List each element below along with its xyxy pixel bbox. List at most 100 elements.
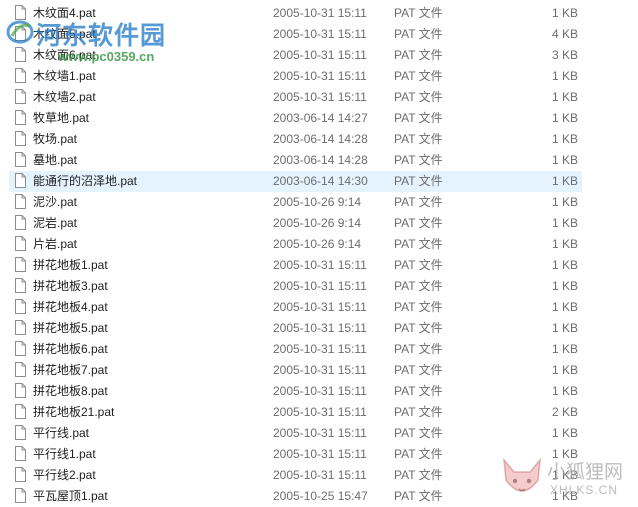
file-icon: [15, 173, 26, 188]
list-item[interactable]: 能通行的沼泽地.pat 2003-06-14 14:30 PAT 文件 1 KB: [0, 171, 638, 192]
file-name: 泥岩.pat: [33, 216, 78, 230]
file-name: 拼花地板4.pat: [33, 300, 108, 314]
file-icon: [15, 131, 26, 146]
list-item[interactable]: 拼花地板3.pat 2005-10-31 15:11 PAT 文件 1 KB: [0, 276, 638, 297]
file-name: 能通行的沼泽地.pat: [33, 174, 138, 188]
file-type: PAT 文件: [394, 384, 443, 398]
list-item[interactable]: 平瓦屋顶1.pat 2005-10-25 15:47 PAT 文件 1 KB: [0, 486, 638, 507]
file-size: 1 KB: [551, 174, 578, 188]
list-item[interactable]: 木纹墙2.pat 2005-10-31 15:11 PAT 文件 1 KB: [0, 87, 638, 108]
file-icon: [15, 467, 26, 482]
file-date: 2005-10-31 15:11: [273, 300, 367, 314]
list-item[interactable]: 牧场.pat 2003-06-14 14:28 PAT 文件 1 KB: [0, 129, 638, 150]
list-item[interactable]: 平行线2.pat 2005-10-31 15:11 PAT 文件 1 KB: [0, 465, 638, 486]
list-item[interactable]: 墓地.pat 2003-06-14 14:28 PAT 文件 1 KB: [0, 150, 638, 171]
file-size: 1 KB: [551, 342, 578, 356]
file-name: 拼花地板3.pat: [33, 279, 108, 293]
file-type: PAT 文件: [394, 258, 443, 272]
file-size: 3 KB: [551, 48, 578, 62]
file-icon: [15, 5, 26, 20]
file-date: 2005-10-26 9:14: [273, 237, 362, 251]
file-icon: [15, 110, 26, 125]
list-item[interactable]: 拼花地板6.pat 2005-10-31 15:11 PAT 文件 1 KB: [0, 339, 638, 360]
file-type: PAT 文件: [394, 363, 443, 377]
list-item[interactable]: 拼花地板5.pat 2005-10-31 15:11 PAT 文件 1 KB: [0, 318, 638, 339]
file-icon: [15, 299, 26, 314]
file-name: 平行线1.pat: [33, 447, 96, 461]
file-icon: [15, 404, 26, 419]
file-icon: [15, 425, 26, 440]
file-type: PAT 文件: [394, 489, 443, 503]
list-item[interactable]: 片岩.pat 2005-10-26 9:14 PAT 文件 1 KB: [0, 234, 638, 255]
file-size: 1 KB: [551, 111, 578, 125]
file-type: PAT 文件: [394, 6, 443, 20]
file-list: 木纹面4.pat 2005-10-31 15:11 PAT 文件 1 KB 木纹…: [0, 3, 638, 507]
file-date: 2005-10-31 15:11: [273, 321, 367, 335]
list-item[interactable]: 木纹面6.pat 2005-10-31 15:11 PAT 文件 3 KB: [0, 45, 638, 66]
file-date: 2005-10-31 15:11: [273, 6, 367, 20]
list-item[interactable]: 平行线.pat 2005-10-31 15:11 PAT 文件 1 KB: [0, 423, 638, 444]
file-date: 2005-10-31 15:11: [273, 363, 367, 377]
file-type: PAT 文件: [394, 27, 443, 41]
file-icon: [15, 383, 26, 398]
file-type: PAT 文件: [394, 342, 443, 356]
list-item[interactable]: 木纹面5.pat 2005-10-31 15:11 PAT 文件 4 KB: [0, 24, 638, 45]
list-item[interactable]: 木纹面4.pat 2005-10-31 15:11 PAT 文件 1 KB: [0, 3, 638, 24]
list-item[interactable]: 泥岩.pat 2005-10-26 9:14 PAT 文件 1 KB: [0, 213, 638, 234]
file-date: 2005-10-26 9:14: [273, 195, 362, 209]
file-size: 1 KB: [551, 153, 578, 167]
file-size: 1 KB: [551, 300, 578, 314]
file-icon: [15, 278, 26, 293]
file-type: PAT 文件: [394, 279, 443, 293]
file-type: PAT 文件: [394, 90, 443, 104]
file-name: 牧场.pat: [33, 132, 78, 146]
file-size: 1 KB: [551, 279, 578, 293]
list-item[interactable]: 拼花地板21.pat 2005-10-31 15:11 PAT 文件 2 KB: [0, 402, 638, 423]
file-icon: [15, 89, 26, 104]
file-size: 1 KB: [551, 216, 578, 230]
file-name: 平行线2.pat: [33, 468, 96, 482]
list-item[interactable]: 牧草地.pat 2003-06-14 14:27 PAT 文件 1 KB: [0, 108, 638, 129]
file-icon: [15, 257, 26, 272]
file-name: 拼花地板7.pat: [33, 363, 108, 377]
file-date: 2005-10-31 15:11: [273, 90, 367, 104]
file-name: 木纹墙1.pat: [33, 69, 96, 83]
file-size: 2 KB: [551, 405, 578, 419]
file-icon: [15, 341, 26, 356]
file-name: 拼花地板5.pat: [33, 321, 108, 335]
file-name: 拼花地板21.pat: [33, 405, 115, 419]
file-name: 木纹面5.pat: [33, 27, 96, 41]
file-type: PAT 文件: [394, 405, 443, 419]
list-item[interactable]: 拼花地板7.pat 2005-10-31 15:11 PAT 文件 1 KB: [0, 360, 638, 381]
file-size: 1 KB: [551, 237, 578, 251]
list-item[interactable]: 拼花地板4.pat 2005-10-31 15:11 PAT 文件 1 KB: [0, 297, 638, 318]
file-size: 1 KB: [551, 195, 578, 209]
file-type: PAT 文件: [394, 195, 443, 209]
file-type: PAT 文件: [394, 69, 443, 83]
file-name: 拼花地板1.pat: [33, 258, 108, 272]
file-icon: [15, 47, 26, 62]
file-date: 2005-10-31 15:11: [273, 342, 367, 356]
file-date: 2005-10-25 15:47: [273, 489, 368, 503]
file-name: 片岩.pat: [33, 237, 78, 251]
file-date: 2005-10-31 15:11: [273, 447, 367, 461]
list-item[interactable]: 泥沙.pat 2005-10-26 9:14 PAT 文件 1 KB: [0, 192, 638, 213]
file-size: 1 KB: [551, 69, 578, 83]
file-size: 4 KB: [551, 27, 578, 41]
list-item[interactable]: 拼花地板8.pat 2005-10-31 15:11 PAT 文件 1 KB: [0, 381, 638, 402]
file-name: 平行线.pat: [33, 426, 90, 440]
file-icon: [15, 488, 26, 503]
file-type: PAT 文件: [394, 111, 443, 125]
file-type: PAT 文件: [394, 468, 443, 482]
file-date: 2005-10-31 15:11: [273, 48, 367, 62]
file-date: 2005-10-31 15:11: [273, 426, 367, 440]
file-size: 1 KB: [551, 132, 578, 146]
file-icon: [15, 362, 26, 377]
file-icon: [15, 236, 26, 251]
file-date: 2003-06-14 14:28: [273, 153, 368, 167]
list-item[interactable]: 木纹墙1.pat 2005-10-31 15:11 PAT 文件 1 KB: [0, 66, 638, 87]
list-item[interactable]: 拼花地板1.pat 2005-10-31 15:11 PAT 文件 1 KB: [0, 255, 638, 276]
file-name: 平瓦屋顶1.pat: [33, 489, 108, 503]
list-item[interactable]: 平行线1.pat 2005-10-31 15:11 PAT 文件 1 KB: [0, 444, 638, 465]
file-date: 2005-10-31 15:11: [273, 279, 367, 293]
